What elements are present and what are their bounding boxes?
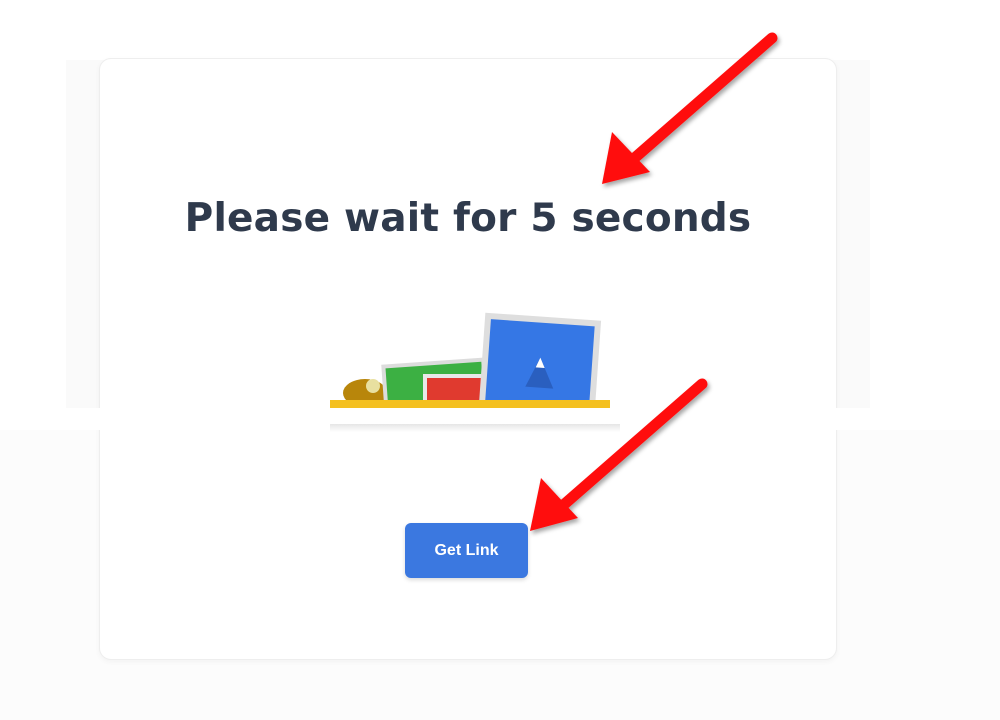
divider bbox=[330, 424, 620, 432]
get-link-button[interactable]: Get Link bbox=[405, 523, 528, 578]
page: Please wait for 5 seconds Get Link bbox=[0, 0, 1000, 720]
page-title: Please wait for 5 seconds bbox=[184, 196, 752, 241]
